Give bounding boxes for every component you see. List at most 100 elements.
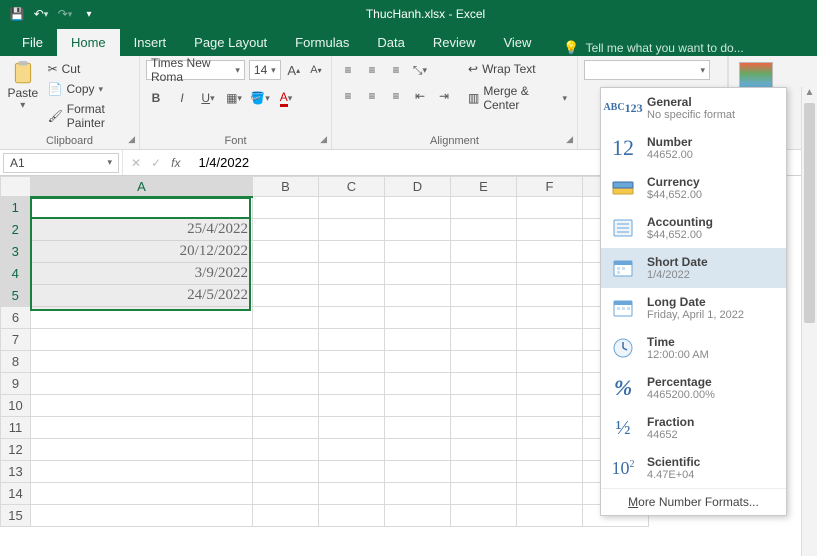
- scroll-up-button[interactable]: ▲: [802, 87, 817, 103]
- increase-indent-button[interactable]: ⇥: [434, 86, 454, 106]
- cell-F1[interactable]: [517, 197, 583, 219]
- cell-F7[interactable]: [517, 329, 583, 351]
- cell-D7[interactable]: [385, 329, 451, 351]
- cell-A4[interactable]: 3/9/2022: [31, 263, 253, 285]
- col-header-a[interactable]: A: [31, 177, 253, 197]
- borders-button[interactable]: ▦▾: [224, 88, 244, 108]
- fill-color-button[interactable]: 🪣▾: [250, 88, 270, 108]
- number-format-option-shortdate[interactable]: Short Date1/4/2022: [601, 248, 786, 288]
- cell-C5[interactable]: [319, 285, 385, 307]
- cell-F12[interactable]: [517, 439, 583, 461]
- cell-E2[interactable]: [451, 219, 517, 241]
- cell-C11[interactable]: [319, 417, 385, 439]
- clipboard-launcher[interactable]: ◢: [128, 134, 135, 145]
- cell-A5[interactable]: 24/5/2022: [31, 285, 253, 307]
- vertical-scrollbar[interactable]: ▲: [801, 87, 817, 556]
- font-name-combo[interactable]: Times New Roma▾: [146, 60, 245, 80]
- cell-F14[interactable]: [517, 483, 583, 505]
- row-header-11[interactable]: 11: [1, 417, 31, 439]
- align-bottom-button[interactable]: ≡: [386, 60, 406, 80]
- cut-button[interactable]: ✂Cut: [44, 60, 133, 78]
- align-left-button[interactable]: ≡: [338, 86, 358, 106]
- tab-data[interactable]: Data: [363, 29, 418, 56]
- row-header-9[interactable]: 9: [1, 373, 31, 395]
- col-header-d[interactable]: D: [385, 177, 451, 197]
- cell-F5[interactable]: [517, 285, 583, 307]
- cell-B13[interactable]: [253, 461, 319, 483]
- align-middle-button[interactable]: ≡: [362, 60, 382, 80]
- cell-B5[interactable]: [253, 285, 319, 307]
- cell-F9[interactable]: [517, 373, 583, 395]
- row-header-12[interactable]: 12: [1, 439, 31, 461]
- tell-me-search[interactable]: 💡 Tell me what you want to do...: [563, 40, 743, 56]
- cell-B1[interactable]: [253, 197, 319, 219]
- save-button[interactable]: 💾: [8, 5, 26, 23]
- tab-formulas[interactable]: Formulas: [281, 29, 363, 56]
- tab-file[interactable]: File: [8, 29, 57, 56]
- cell-D2[interactable]: [385, 219, 451, 241]
- cell-E9[interactable]: [451, 373, 517, 395]
- cell-D12[interactable]: [385, 439, 451, 461]
- cell-F15[interactable]: [517, 505, 583, 527]
- cell-A3[interactable]: 20/12/2022: [31, 241, 253, 263]
- number-format-option-accounting[interactable]: Accounting$44,652.00: [601, 208, 786, 248]
- cell-D13[interactable]: [385, 461, 451, 483]
- select-all-corner[interactable]: [1, 177, 31, 197]
- cell-C9[interactable]: [319, 373, 385, 395]
- cell-B3[interactable]: [253, 241, 319, 263]
- cell-E5[interactable]: [451, 285, 517, 307]
- cell-D15[interactable]: [385, 505, 451, 527]
- tab-home[interactable]: Home: [57, 29, 120, 56]
- cell-C4[interactable]: [319, 263, 385, 285]
- cell-E14[interactable]: [451, 483, 517, 505]
- align-top-button[interactable]: ≡: [338, 60, 358, 80]
- underline-button[interactable]: U ▾: [198, 88, 218, 108]
- cell-C6[interactable]: [319, 307, 385, 329]
- number-format-option-percentage[interactable]: %Percentage4465200.00%: [601, 368, 786, 408]
- cell-E1[interactable]: [451, 197, 517, 219]
- alignment-launcher[interactable]: ◢: [566, 134, 573, 145]
- more-number-formats[interactable]: More Number Formats...: [601, 488, 786, 515]
- cell-C8[interactable]: [319, 351, 385, 373]
- row-header-7[interactable]: 7: [1, 329, 31, 351]
- cell-C3[interactable]: [319, 241, 385, 263]
- cell-F13[interactable]: [517, 461, 583, 483]
- cell-E13[interactable]: [451, 461, 517, 483]
- cell-D3[interactable]: [385, 241, 451, 263]
- col-header-b[interactable]: B: [253, 177, 319, 197]
- scroll-thumb[interactable]: [804, 103, 815, 323]
- cell-F4[interactable]: [517, 263, 583, 285]
- cell-A9[interactable]: [31, 373, 253, 395]
- paste-button[interactable]: Paste ▾: [6, 60, 40, 132]
- format-painter-button[interactable]: 🖌Format Painter: [44, 100, 133, 132]
- cell-B4[interactable]: [253, 263, 319, 285]
- font-launcher[interactable]: ◢: [320, 134, 327, 145]
- cell-A15[interactable]: [31, 505, 253, 527]
- cell-B11[interactable]: [253, 417, 319, 439]
- row-header-3[interactable]: 3: [1, 241, 31, 263]
- shrink-font-button[interactable]: A▾: [307, 60, 325, 80]
- copy-button[interactable]: 📄Copy ▾: [44, 80, 133, 98]
- cell-F8[interactable]: [517, 351, 583, 373]
- cell-E10[interactable]: [451, 395, 517, 417]
- decrease-indent-button[interactable]: ⇤: [410, 86, 430, 106]
- number-format-option-time[interactable]: Time12:00:00 AM: [601, 328, 786, 368]
- number-format-option-fraction[interactable]: ½Fraction44652: [601, 408, 786, 448]
- row-header-10[interactable]: 10: [1, 395, 31, 417]
- cell-E12[interactable]: [451, 439, 517, 461]
- align-right-button[interactable]: ≡: [386, 86, 406, 106]
- row-header-6[interactable]: 6: [1, 307, 31, 329]
- cell-F3[interactable]: [517, 241, 583, 263]
- cell-E3[interactable]: [451, 241, 517, 263]
- cell-B9[interactable]: [253, 373, 319, 395]
- cell-F2[interactable]: [517, 219, 583, 241]
- row-header-4[interactable]: 4: [1, 263, 31, 285]
- cell-E11[interactable]: [451, 417, 517, 439]
- grow-font-button[interactable]: A▴: [285, 60, 303, 80]
- number-format-option-general[interactable]: ABC123GeneralNo specific format: [601, 88, 786, 128]
- number-format-option-currency[interactable]: Currency$44,652.00: [601, 168, 786, 208]
- cell-A11[interactable]: [31, 417, 253, 439]
- cell-E7[interactable]: [451, 329, 517, 351]
- number-format-option-scientific[interactable]: 102Scientific4.47E+04: [601, 448, 786, 488]
- cell-F11[interactable]: [517, 417, 583, 439]
